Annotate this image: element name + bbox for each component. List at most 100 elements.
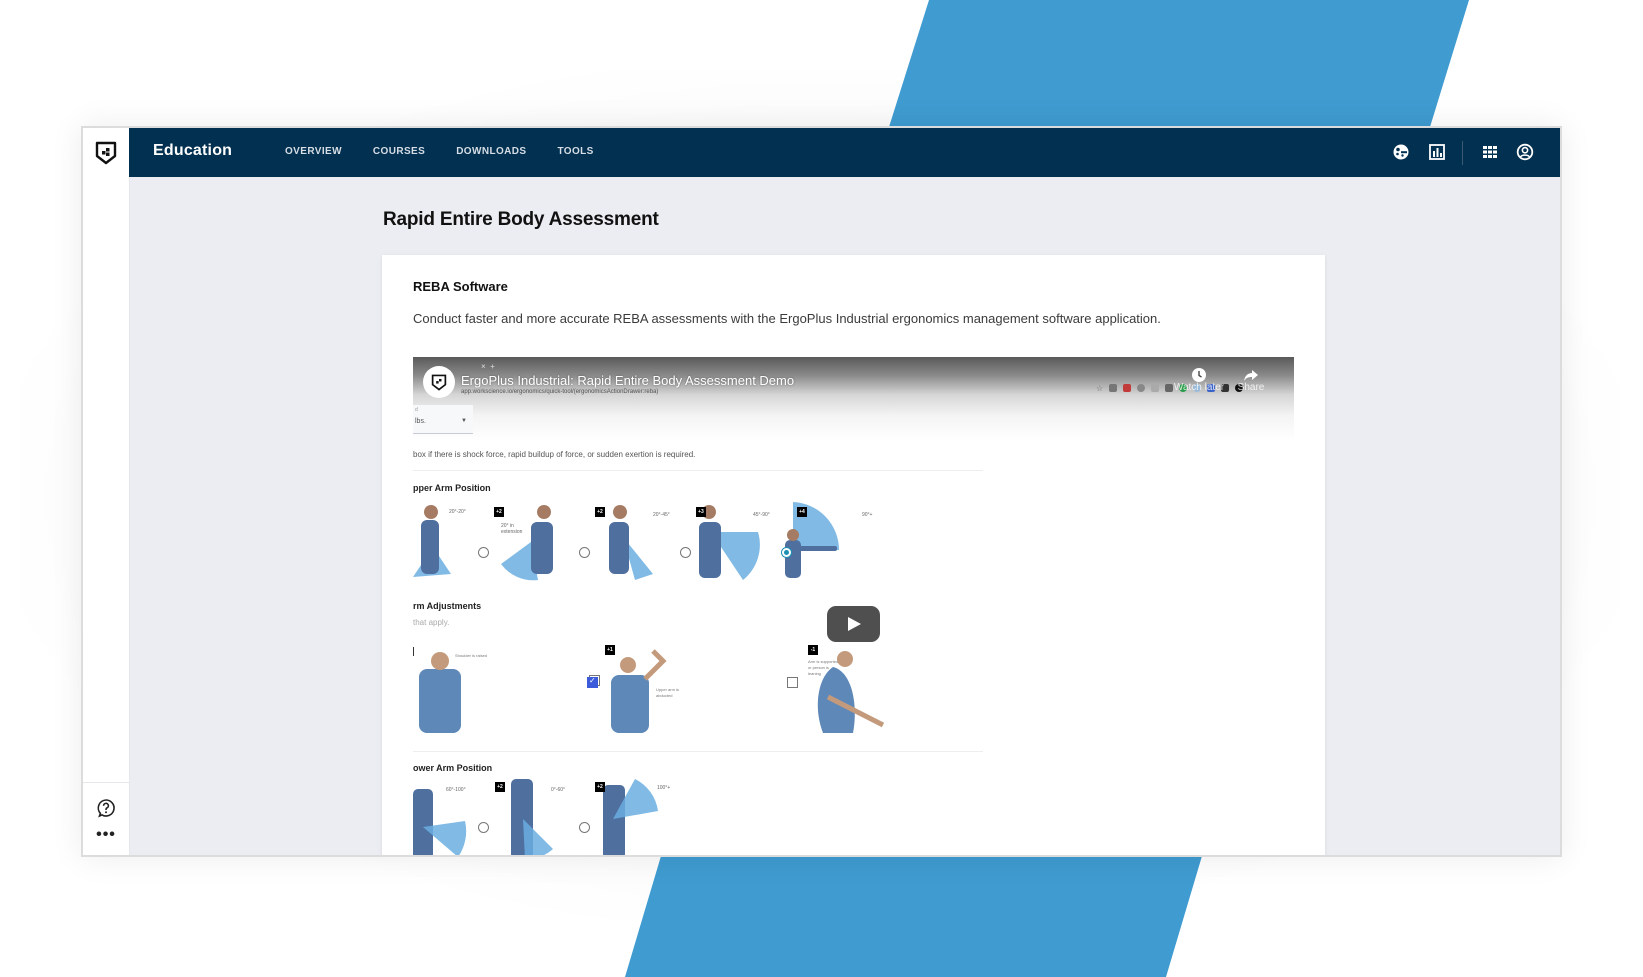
person-head: [613, 505, 627, 519]
angle-label: 45°-90°: [753, 512, 770, 518]
person-arm: [793, 546, 837, 551]
app-window: ••• Education OVERVIEW COURSES DOWNLOADS…: [81, 126, 1562, 857]
adjustment-caption: Arm is supported or person is leaning: [808, 659, 839, 676]
page-title: Rapid Entire Body Assessment: [383, 209, 659, 230]
score-badge: +2: [494, 507, 504, 517]
video-player[interactable]: × + ErgoPlus Industrial: Rapid Entire Bo…: [413, 357, 1294, 855]
card-description: Conduct faster and more accurate REBA as…: [413, 311, 1161, 326]
adjustment-checkbox-2-checked[interactable]: [587, 676, 598, 688]
person-head: [537, 505, 551, 519]
score-badge: +2: [595, 507, 605, 517]
person-figure: [611, 675, 649, 733]
lower-arm-radio-1[interactable]: [478, 822, 489, 833]
reba-software-card: REBA Software Conduct faster and more ac…: [382, 255, 1325, 855]
upper-arm-radio-3[interactable]: [680, 547, 691, 558]
person-figure: [413, 789, 433, 855]
lower-arm-heading: ower Arm Position: [413, 763, 493, 773]
top-navigation-bar: Education OVERVIEW COURSES DOWNLOADS TOO…: [129, 128, 1560, 177]
score-badge: -1: [808, 645, 818, 655]
person-head: [431, 652, 449, 670]
shock-force-instruction: box if there is shock force, rapid build…: [413, 450, 696, 459]
chart-icon[interactable]: [1428, 143, 1446, 161]
dropdown-value: lbs.: [415, 418, 426, 425]
angle-wedge: [523, 819, 553, 855]
share-label: Share: [1237, 382, 1265, 393]
play-button[interactable]: [827, 606, 880, 642]
extension-icon: [1165, 384, 1174, 392]
user-account-icon[interactable]: [1516, 143, 1534, 161]
angle-label: 100°+: [657, 785, 671, 791]
shield-logo-icon: [431, 374, 447, 391]
weight-unit-dropdown: d lbs. ▼: [413, 405, 473, 434]
apps-grid-icon[interactable]: [1481, 143, 1499, 161]
app-title: Education: [153, 142, 233, 159]
nav-tools[interactable]: TOOLS: [557, 146, 593, 157]
browser-tab-close-icon: × +: [481, 362, 495, 371]
main-nav: OVERVIEW COURSES DOWNLOADS TOOLS: [285, 146, 625, 157]
nav-overview[interactable]: OVERVIEW: [285, 146, 342, 157]
person-figure: [603, 785, 625, 855]
more-icon[interactable]: •••: [93, 827, 119, 846]
angle-label: 20°-20°: [449, 509, 466, 515]
arm-adjustments-subheading: that apply.: [413, 618, 450, 627]
shield-logo-icon[interactable]: [95, 141, 117, 165]
dropdown-label: d: [415, 407, 418, 413]
text-cursor: [413, 647, 414, 656]
angle-label: 90°+: [862, 512, 873, 518]
person-figure: [785, 540, 801, 578]
upper-arm-figures: [413, 502, 839, 581]
score-badge: +4: [797, 507, 807, 517]
person-head: [424, 505, 438, 519]
upper-arm-heading: pper Arm Position: [413, 483, 491, 493]
extension-icon: [1109, 384, 1118, 392]
extension-icon: [1151, 384, 1160, 392]
nav-courses[interactable]: COURSES: [373, 146, 425, 157]
upper-arm-radio-2[interactable]: [579, 547, 590, 558]
share-button[interactable]: Share: [1231, 367, 1271, 393]
person-head: [620, 657, 636, 673]
person-head: [787, 529, 799, 541]
help-icon[interactable]: [96, 798, 116, 818]
clock-icon: [1192, 368, 1206, 382]
score-badge: +1: [605, 645, 615, 655]
section-divider: [413, 470, 983, 471]
extension-icon: [1137, 384, 1146, 392]
video-title[interactable]: ErgoPlus Industrial: Rapid Entire Body A…: [461, 373, 794, 388]
adjustment-caption: Shoulder is raised: [455, 653, 488, 658]
upper-arm-radio-4-selected[interactable]: [781, 547, 792, 558]
adjustment-caption: Upper arm is abducted: [656, 687, 679, 698]
video-browser-url: app.workscience.io/ergonomics/quick-tool…: [461, 389, 659, 395]
video-top-overlay: [413, 357, 1294, 441]
share-arrow-icon: [1244, 370, 1258, 381]
watch-later-label: Watch later: [1173, 382, 1225, 393]
person-figure: [421, 520, 439, 574]
angle-label: 60°-100°: [446, 787, 466, 793]
sidebar: •••: [83, 128, 130, 855]
main-content: Rapid Entire Body Assessment REBA Softwa…: [129, 177, 1560, 855]
person-figure: [419, 669, 461, 733]
angle-label: 20° in extension: [501, 523, 523, 535]
card-title: REBA Software: [413, 279, 508, 294]
person-figure: [531, 522, 553, 574]
watch-later-button[interactable]: Watch later: [1173, 367, 1225, 393]
header-divider: [1462, 141, 1463, 165]
person-arm: [643, 649, 667, 681]
caret-down-icon: ▼: [461, 418, 467, 424]
header-actions: [1380, 128, 1560, 177]
sidebar-divider: [83, 782, 129, 783]
nav-downloads[interactable]: DOWNLOADS: [456, 146, 526, 157]
person-figure: [699, 522, 721, 578]
channel-avatar[interactable]: [423, 366, 455, 398]
upper-arm-radio-1[interactable]: [478, 547, 489, 558]
score-badge: +3: [696, 507, 706, 517]
angle-label: 20°-45°: [653, 512, 670, 518]
star-icon: ☆: [1096, 384, 1104, 393]
lower-arm-radio-2[interactable]: [579, 822, 590, 833]
angle-label: 0°-60°: [551, 787, 566, 793]
section-divider: [413, 751, 983, 752]
arm-adjustments-heading: rm Adjustments: [413, 601, 482, 611]
palette-icon[interactable]: [1392, 143, 1410, 161]
extension-icon: [1123, 384, 1132, 392]
person-figure: [609, 522, 629, 574]
adjustment-checkbox-3[interactable]: [787, 677, 798, 688]
